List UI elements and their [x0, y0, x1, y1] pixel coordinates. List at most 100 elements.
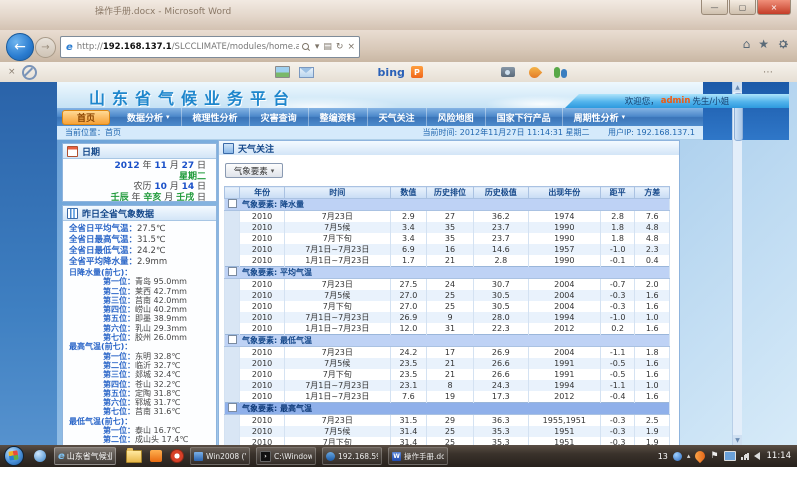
row-select-cell[interactable] — [225, 233, 240, 244]
nav-item-home[interactable]: 首页 — [62, 110, 110, 125]
table-row[interactable]: 20101月1日~7月23日12.03122.320120.21.6 — [225, 323, 670, 335]
forward-button[interactable]: → — [35, 37, 56, 58]
start-button[interactable] — [4, 446, 24, 466]
compatibility-icon[interactable]: ▤ — [323, 42, 332, 52]
nav-item-menu[interactable]: 天气关注 — [367, 108, 426, 126]
group-row[interactable]: 气象要素: 降水量 — [225, 199, 670, 211]
table-cell: -1.1 — [600, 380, 635, 391]
show-hidden-icons[interactable]: ▴ — [687, 452, 691, 460]
row-select-cell[interactable] — [225, 211, 240, 223]
table-cell: 17.3 — [473, 391, 528, 403]
table-row[interactable]: 20101月1日~7月23日1.7212.81990-0.10.4 — [225, 255, 670, 267]
table-cell: -0.7 — [600, 279, 635, 291]
group-row[interactable]: 气象要素: 平均气温 — [225, 267, 670, 279]
nav-item-menu[interactable]: 整编资料 — [308, 108, 367, 126]
row-select-cell[interactable] — [225, 415, 240, 427]
favorites-star-icon[interactable]: ★ — [758, 38, 769, 50]
nav-item-menu[interactable]: 周期性分析▾ — [562, 108, 637, 126]
photo-icon[interactable] — [275, 66, 290, 78]
taskbar-window-button[interactable]: Win2008 (Y52... — [190, 447, 250, 465]
table-row[interactable]: 20107月下旬3.43523.719901.84.8 — [225, 233, 670, 244]
pinned-app2-icon[interactable] — [150, 450, 162, 462]
search-icon[interactable] — [302, 43, 310, 51]
row-select-cell[interactable] — [225, 323, 240, 335]
address-bar[interactable]: e http://192.168.137.1/SLCCLIMATE/module… — [60, 36, 360, 58]
taskbar-clock[interactable]: 11:14 — [767, 451, 792, 461]
camera-icon[interactable] — [501, 67, 515, 77]
group-row[interactable]: 气象要素: 最低气温 — [225, 335, 670, 347]
row-select-cell[interactable] — [225, 312, 240, 323]
table-row[interactable]: 20107月1日~7月23日23.1824.31994-1.11.0 — [225, 380, 670, 391]
page-scrollbar[interactable]: ▲ ▼ — [732, 82, 742, 445]
toolbar-close-icon[interactable]: × — [8, 67, 16, 77]
bing-app-icon[interactable]: P — [411, 66, 423, 78]
tray-app-icon[interactable] — [673, 452, 682, 461]
row-select-cell[interactable] — [225, 369, 240, 380]
group-checkbox[interactable] — [228, 335, 237, 344]
table-row[interactable]: 20107月23日2.92736.219742.87.6 — [225, 211, 670, 223]
explorer-icon[interactable] — [126, 450, 142, 463]
taskbar-window-button[interactable]: W操作手册.docx ... — [388, 447, 448, 465]
display-tray-icon[interactable] — [724, 451, 736, 461]
action-center-icon[interactable]: ⚑ — [710, 451, 718, 461]
row-select-cell[interactable] — [225, 347, 240, 359]
table-row[interactable]: 20107月1日~7月23日26.9928.01994-1.01.0 — [225, 312, 670, 323]
taskbar-window-button[interactable]: 192.168.59.99... — [322, 447, 382, 465]
table-row[interactable]: 20107月23日24.21726.92004-1.11.8 — [225, 347, 670, 359]
maximize-button[interactable]: ▢ — [729, 0, 756, 15]
nav-item-menu[interactable]: 风险地图 — [426, 108, 485, 126]
row-select-cell[interactable] — [225, 301, 240, 312]
back-button[interactable]: ← — [6, 33, 34, 61]
row-select-cell[interactable] — [225, 255, 240, 267]
mail-icon[interactable] — [299, 67, 314, 78]
taskbar-active-window[interactable]: e 山东省气候业务平台 — [54, 447, 116, 465]
row-select-cell[interactable] — [225, 358, 240, 369]
chevron-down-icon[interactable]: ▾ — [315, 42, 320, 52]
minimize-button[interactable]: — — [701, 0, 728, 15]
media-player-icon[interactable] — [170, 449, 184, 463]
row-select-cell[interactable] — [225, 244, 240, 255]
table-row[interactable]: 20107月5候27.02530.52004-0.31.6 — [225, 290, 670, 301]
row-select-cell[interactable] — [225, 380, 240, 391]
row-select-cell[interactable] — [225, 222, 240, 233]
group-checkbox[interactable] — [228, 199, 237, 208]
nav-item-menu[interactable]: 国家下行产品 — [485, 108, 562, 126]
table-row[interactable]: 20107月5候3.43523.719901.84.8 — [225, 222, 670, 233]
group-row[interactable]: 气象要素: 最高气温 — [225, 403, 670, 415]
row-select-cell[interactable] — [225, 391, 240, 403]
gear-icon[interactable] — [777, 38, 789, 50]
refresh-icon[interactable]: ↻ — [336, 42, 344, 52]
volume-icon[interactable] — [754, 452, 760, 460]
fox-tray-icon[interactable] — [693, 449, 707, 463]
table-row[interactable]: 20107月5候31.42535.31951-0.31.9 — [225, 426, 670, 437]
launcher-icon[interactable] — [527, 64, 543, 80]
table-row[interactable]: 20107月23日27.52430.72004-0.72.0 — [225, 279, 670, 291]
table-row[interactable]: 20107月下旬23.52126.61991-0.51.6 — [225, 369, 670, 380]
row-select-cell[interactable] — [225, 279, 240, 291]
pinned-app-icon[interactable] — [34, 450, 46, 462]
table-row[interactable]: 20107月23日31.52936.31955,1951-0.32.5 — [225, 415, 670, 427]
group-cell: 气象要素: 最低气温 — [225, 335, 670, 347]
table-row[interactable]: 20101月1日~7月23日7.61917.32012-0.41.6 — [225, 391, 670, 403]
more-icon[interactable]: ⋯ — [763, 67, 775, 78]
table-row[interactable]: 20107月1日~7月23日6.91614.61957-1.02.3 — [225, 244, 670, 255]
scroll-down-icon[interactable]: ▼ — [733, 435, 742, 445]
nav-item-menu[interactable]: 梳理性分析 — [181, 108, 249, 126]
nav-item-menu[interactable]: 数据分析▾ — [116, 108, 181, 126]
nav-item-menu[interactable]: 灾害查询 — [249, 108, 308, 126]
group-checkbox[interactable] — [228, 267, 237, 276]
group-checkbox[interactable] — [228, 403, 237, 412]
people-icon[interactable] — [554, 67, 567, 78]
table-row[interactable]: 20107月5候23.52126.61991-0.51.6 — [225, 358, 670, 369]
bing-logo[interactable]: bing — [378, 66, 405, 79]
scroll-up-icon[interactable]: ▲ — [733, 82, 742, 92]
row-select-cell[interactable] — [225, 426, 240, 437]
home-icon[interactable]: ⌂ — [743, 38, 751, 50]
row-select-cell[interactable] — [225, 290, 240, 301]
blocker-icon[interactable] — [22, 65, 37, 80]
element-filter-button[interactable]: 气象要素 ▾ — [225, 163, 283, 178]
taskbar-window-button[interactable]: ›C:\Windows\s... — [256, 447, 316, 465]
stop-icon[interactable]: × — [347, 42, 355, 52]
table-row[interactable]: 20107月下旬27.02530.52004-0.31.6 — [225, 301, 670, 312]
close-button[interactable]: × — [757, 0, 791, 15]
